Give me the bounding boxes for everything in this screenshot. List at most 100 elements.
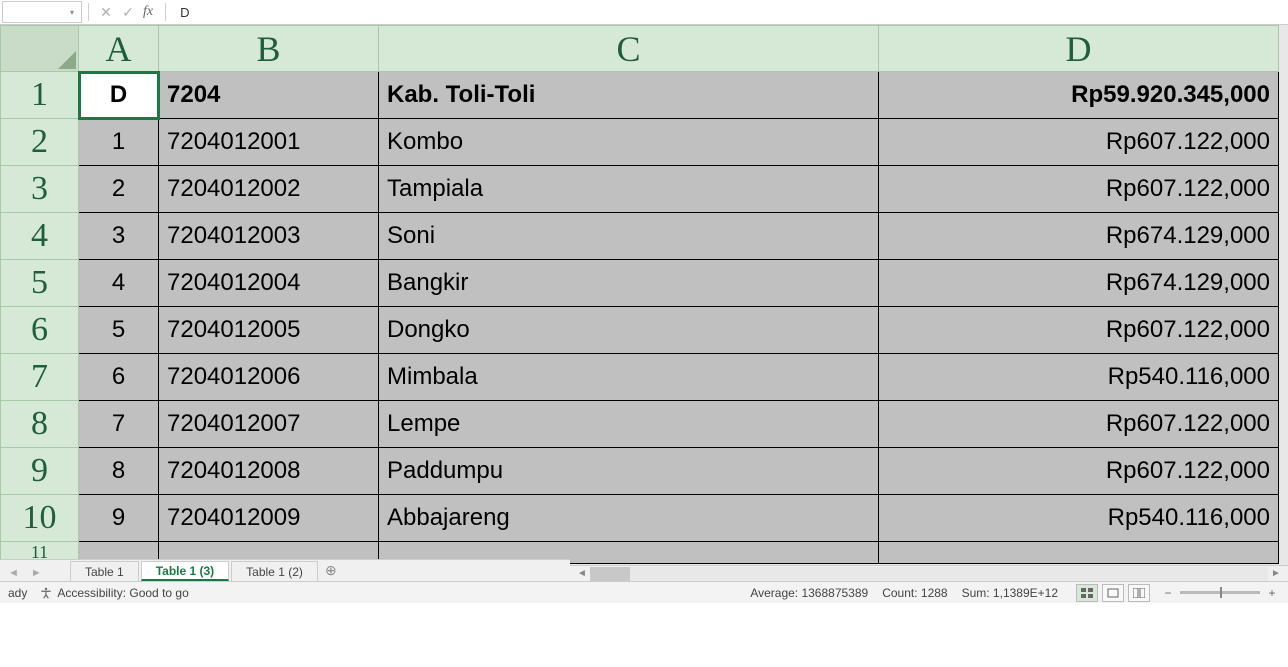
cell-C7[interactable]: Mimbala	[379, 354, 879, 401]
zoom-control[interactable]: − +	[1160, 586, 1280, 600]
fx-icon[interactable]: fx	[143, 4, 153, 20]
cell-A3[interactable]: 2	[79, 166, 159, 213]
cell-C9[interactable]: Paddumpu	[379, 448, 879, 495]
normal-view-button[interactable]	[1076, 584, 1098, 602]
row-header[interactable]: 9	[1, 448, 79, 495]
select-all-corner[interactable]	[1, 26, 79, 72]
cell-B3[interactable]: 7204012002	[159, 166, 379, 213]
sheet-tab[interactable]: Table 1	[70, 561, 139, 581]
row-header[interactable]: 5	[1, 260, 79, 307]
cell-D6[interactable]: Rp607.122,000	[879, 307, 1279, 354]
tab-prev-icon[interactable]: ◄	[8, 567, 19, 579]
row-header[interactable]: 6	[1, 307, 79, 354]
page-layout-icon	[1107, 588, 1119, 598]
cell-A8[interactable]: 7	[79, 401, 159, 448]
zoom-out-button[interactable]: −	[1160, 586, 1176, 600]
cell-A1[interactable]: D	[79, 72, 159, 119]
new-sheet-button[interactable]: ⊕	[320, 559, 342, 581]
name-box[interactable]: ▾	[2, 1, 82, 23]
sheet-tab[interactable]: Table 1 (2)	[231, 561, 318, 581]
cell-A9[interactable]: 8	[79, 448, 159, 495]
count-stat: Count: 1288	[882, 586, 947, 600]
cell-C1[interactable]: Kab. Toli-Toli	[379, 72, 879, 119]
scrollbar-track[interactable]	[590, 567, 1268, 581]
cell-D3[interactable]: Rp607.122,000	[879, 166, 1279, 213]
grid-view-icon	[1081, 588, 1093, 598]
sheet-tab-label: Table 1	[85, 565, 124, 579]
cell-D10[interactable]: Rp540.116,000	[879, 495, 1279, 542]
table-row: 9 8 7204012008 Paddumpu Rp607.122,000	[1, 448, 1279, 495]
cell-C6[interactable]: Dongko	[379, 307, 879, 354]
divider	[88, 3, 89, 21]
cell-B2[interactable]: 7204012001	[159, 119, 379, 166]
cell-B6[interactable]: 7204012005	[159, 307, 379, 354]
column-header-B[interactable]: B	[159, 26, 379, 72]
scrollbar-thumb[interactable]	[590, 567, 630, 581]
cancel-icon: ✕	[100, 4, 112, 21]
cell-C10[interactable]: Abbajareng	[379, 495, 879, 542]
page-break-view-button[interactable]	[1128, 584, 1150, 602]
cell-A5[interactable]: 4	[79, 260, 159, 307]
cell-C4[interactable]: Soni	[379, 213, 879, 260]
table-row: 4 3 7204012003 Soni Rp674.129,000	[1, 213, 1279, 260]
cell-A2[interactable]: 1	[79, 119, 159, 166]
confirm-formula-button[interactable]: ✓	[117, 1, 139, 23]
cell-B1[interactable]: 7204	[159, 72, 379, 119]
row-header[interactable]: 1	[1, 72, 79, 119]
accessibility-label: Accessibility: Good to go	[57, 586, 188, 600]
cell-B9[interactable]: 7204012008	[159, 448, 379, 495]
tab-next-icon[interactable]: ►	[31, 567, 42, 579]
cell-B7[interactable]: 7204012006	[159, 354, 379, 401]
row-header[interactable]: 8	[1, 401, 79, 448]
row-header[interactable]: 2	[1, 119, 79, 166]
cell-D5[interactable]: Rp674.129,000	[879, 260, 1279, 307]
tab-nav-arrows[interactable]: ◄ ►	[8, 567, 42, 579]
formula-input[interactable]	[172, 1, 1288, 23]
plus-icon: ⊕	[325, 562, 337, 579]
column-header-A[interactable]: A	[79, 26, 159, 72]
cell-D4[interactable]: Rp674.129,000	[879, 213, 1279, 260]
row-header[interactable]: 10	[1, 495, 79, 542]
column-header-D[interactable]: D	[879, 26, 1279, 72]
cell-B4[interactable]: 7204012003	[159, 213, 379, 260]
cell-B10[interactable]: 7204012009	[159, 495, 379, 542]
cell-A6[interactable]: 5	[79, 307, 159, 354]
row-header[interactable]: 3	[1, 166, 79, 213]
scroll-left-icon[interactable]: ◄	[574, 568, 590, 579]
row-header[interactable]: 4	[1, 213, 79, 260]
cell-D1[interactable]: Rp59.920.345,000	[879, 72, 1279, 119]
cell-D11[interactable]	[879, 542, 1279, 564]
sheet-tab[interactable]: Table 1 (3)	[141, 561, 229, 581]
spreadsheet-grid[interactable]: A B C D 1 D 7204 Kab. Toli-Toli Rp59.920…	[0, 25, 1288, 603]
check-icon: ✓	[122, 4, 134, 21]
cell-B8[interactable]: 7204012007	[159, 401, 379, 448]
formula-bar: ▾ ✕ ✓ fx	[0, 0, 1288, 25]
zoom-slider[interactable]	[1180, 591, 1260, 594]
accessibility-status[interactable]: Accessibility: Good to go	[39, 586, 188, 600]
column-header-C[interactable]: C	[379, 26, 879, 72]
cell-C3[interactable]: Tampiala	[379, 166, 879, 213]
cell-D7[interactable]: Rp540.116,000	[879, 354, 1279, 401]
table-row: 7 6 7204012006 Mimbala Rp540.116,000	[1, 354, 1279, 401]
table-row: 6 5 7204012005 Dongko Rp607.122,000	[1, 307, 1279, 354]
cell-B5[interactable]: 7204012004	[159, 260, 379, 307]
divider	[165, 3, 166, 21]
cell-A4[interactable]: 3	[79, 213, 159, 260]
cell-C2[interactable]: Kombo	[379, 119, 879, 166]
table-row: 8 7 7204012007 Lempe Rp607.122,000	[1, 401, 1279, 448]
cancel-formula-button[interactable]: ✕	[95, 1, 117, 23]
scroll-right-icon[interactable]: ►	[1268, 568, 1284, 579]
cell-C8[interactable]: Lempe	[379, 401, 879, 448]
cell-A7[interactable]: 6	[79, 354, 159, 401]
cell-D8[interactable]: Rp607.122,000	[879, 401, 1279, 448]
table-row: 5 4 7204012004 Bangkir Rp674.129,000	[1, 260, 1279, 307]
status-bar: ady Accessibility: Good to go Average: 1…	[0, 581, 1288, 603]
cell-D2[interactable]: Rp607.122,000	[879, 119, 1279, 166]
page-layout-view-button[interactable]	[1102, 584, 1124, 602]
zoom-in-button[interactable]: +	[1264, 586, 1280, 600]
cell-D9[interactable]: Rp607.122,000	[879, 448, 1279, 495]
row-header[interactable]: 7	[1, 354, 79, 401]
cell-A10[interactable]: 9	[79, 495, 159, 542]
cell-C5[interactable]: Bangkir	[379, 260, 879, 307]
name-box-dropdown-icon[interactable]: ▾	[67, 2, 77, 22]
